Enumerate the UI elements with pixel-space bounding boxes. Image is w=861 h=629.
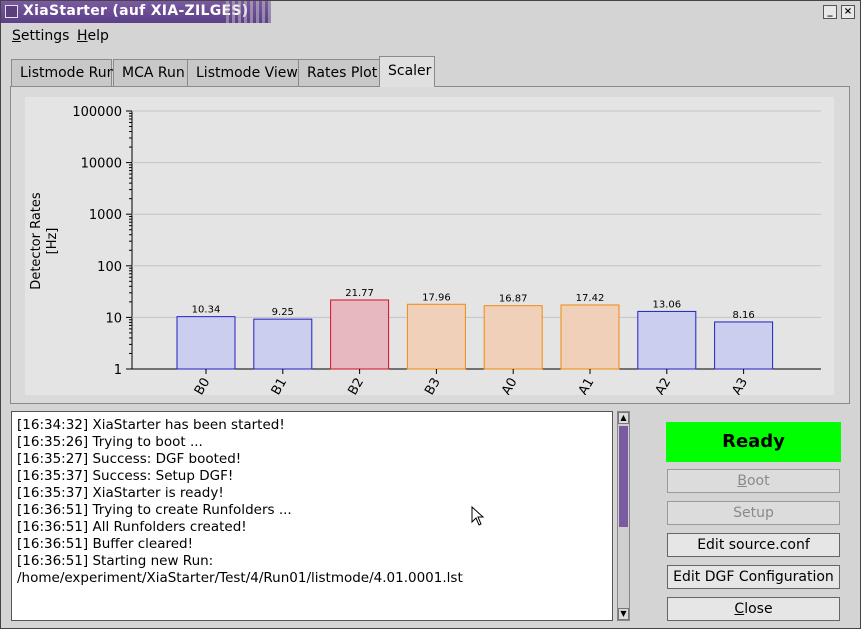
status-indicator: Ready bbox=[666, 422, 841, 462]
bar-value-label: 8.16 bbox=[732, 310, 754, 321]
bar-A3 bbox=[714, 321, 774, 370]
window-title: XiaStarter (auf XIA-ZILGES) bbox=[23, 3, 249, 19]
boot-button[interactable]: Boot bbox=[667, 469, 840, 493]
menu-help[interactable]: Help bbox=[77, 28, 109, 44]
x-tick-label: B3 bbox=[422, 376, 444, 396]
tab-listmode-run[interactable]: Listmode Run bbox=[11, 59, 115, 87]
tab-mca-run[interactable]: MCA Run bbox=[113, 59, 188, 87]
rate-chart: 1 10 100 1000 10000 100000 10.34 9.25 21.77 17.9… bbox=[29, 105, 821, 398]
y-tick-label: 1 bbox=[114, 363, 122, 378]
edit-dgf-configuration-button[interactable]: Edit DGF Configuration bbox=[667, 565, 840, 589]
log-line: [16:35:37] Success: Setup DGF! bbox=[17, 468, 234, 484]
bar-value-label: 10.34 bbox=[192, 305, 221, 316]
log-scrollbar[interactable]: ▲ ▼ bbox=[617, 411, 630, 621]
log-line: [16:35:27] Success: DGF booted! bbox=[17, 451, 242, 467]
tab-rates-plot[interactable]: Rates Plot bbox=[298, 59, 380, 87]
y-tick-label: 10000 bbox=[81, 157, 122, 172]
menu-settings[interactable]: Settings bbox=[12, 28, 69, 44]
minimize-icon[interactable]: _ bbox=[823, 5, 837, 19]
chart-area: 1 10 100 1000 10000 100000 10.34 9.25 21.77 17.9… bbox=[25, 97, 834, 398]
log-line: [16:36:51] Buffer cleared! bbox=[17, 536, 194, 552]
bar-value-label: 17.96 bbox=[422, 292, 451, 303]
log-line: [16:36:51] Trying to create Runfolders .… bbox=[17, 502, 292, 518]
y-tick-label: 100 bbox=[97, 260, 122, 275]
log-line: [16:34:32] XiaStarter has been started! bbox=[17, 417, 285, 433]
x-tick-label: B1 bbox=[269, 376, 291, 396]
x-tick-label: A1 bbox=[576, 376, 598, 396]
setup-button[interactable]: Setup bbox=[667, 501, 840, 525]
log-line: [16:35:37] XiaStarter is ready! bbox=[17, 485, 224, 501]
scroll-thumb[interactable] bbox=[619, 426, 628, 527]
bar-A1 bbox=[560, 304, 620, 370]
title-bar[interactable]: XiaStarter (auf XIA-ZILGES) _ × bbox=[1, 1, 860, 23]
x-tick-label: A3 bbox=[729, 376, 751, 396]
y-axis-label: Detector Rates bbox=[29, 192, 44, 290]
scaler-panel: 1 10 100 1000 10000 100000 10.34 9.25 21.77 17.9… bbox=[10, 86, 850, 404]
log-output[interactable]: [16:34:32] XiaStarter has been started![… bbox=[11, 411, 613, 621]
bar-value-label: 17.42 bbox=[576, 293, 605, 304]
bar-B2 bbox=[330, 299, 390, 370]
bar-B3 bbox=[406, 303, 466, 370]
y-axis-unit: [Hz] bbox=[45, 228, 60, 255]
bar-value-label: 16.87 bbox=[499, 294, 528, 305]
log-line: [16:35:26] Trying to boot ... bbox=[17, 434, 203, 450]
bar-value-label: 9.25 bbox=[272, 307, 294, 318]
window-menu-icon[interactable] bbox=[5, 5, 18, 18]
log-line: [16:36:51] Starting new Run: bbox=[17, 553, 214, 569]
log-line: /home/experiment/XiaStarter/Test/4/Run01… bbox=[17, 570, 463, 586]
y-tick-label: 1000 bbox=[89, 208, 122, 223]
menu-bar: Settings Help bbox=[2, 25, 859, 49]
bar-B0 bbox=[176, 316, 236, 370]
y-tick-label: 10 bbox=[105, 311, 122, 326]
bar-value-label: 21.77 bbox=[345, 288, 374, 299]
bar-value-label: 13.06 bbox=[652, 299, 681, 310]
scroll-down-arrow-icon[interactable]: ▼ bbox=[618, 608, 629, 620]
close-button[interactable]: Close bbox=[667, 597, 840, 621]
edit-source-conf-button[interactable]: Edit source.conf bbox=[667, 533, 840, 557]
tab-listmode-view[interactable]: Listmode View bbox=[187, 59, 299, 87]
bar-A0 bbox=[483, 305, 543, 370]
main-window: XiaStarter (auf XIA-ZILGES) _ × Settings… bbox=[0, 0, 861, 629]
close-window-icon[interactable]: × bbox=[841, 5, 855, 19]
title-bar-background bbox=[271, 1, 860, 23]
bar-B1 bbox=[253, 318, 313, 370]
y-tick-label: 100000 bbox=[72, 105, 122, 120]
bar-A2 bbox=[637, 310, 697, 370]
x-tick-label: B2 bbox=[345, 376, 367, 396]
x-tick-label: B0 bbox=[192, 376, 214, 396]
mouse-cursor-icon bbox=[471, 506, 485, 526]
log-line: [16:36:51] All Runfolders created! bbox=[17, 519, 247, 535]
x-tick-label: A0 bbox=[499, 376, 521, 396]
title-decoration bbox=[226, 1, 276, 23]
tab-scaler[interactable]: Scaler bbox=[379, 56, 435, 87]
log-lines: [16:34:32] XiaStarter has been started![… bbox=[17, 417, 463, 587]
x-tick-label: A2 bbox=[653, 376, 675, 396]
scroll-up-arrow-icon[interactable]: ▲ bbox=[618, 412, 629, 424]
